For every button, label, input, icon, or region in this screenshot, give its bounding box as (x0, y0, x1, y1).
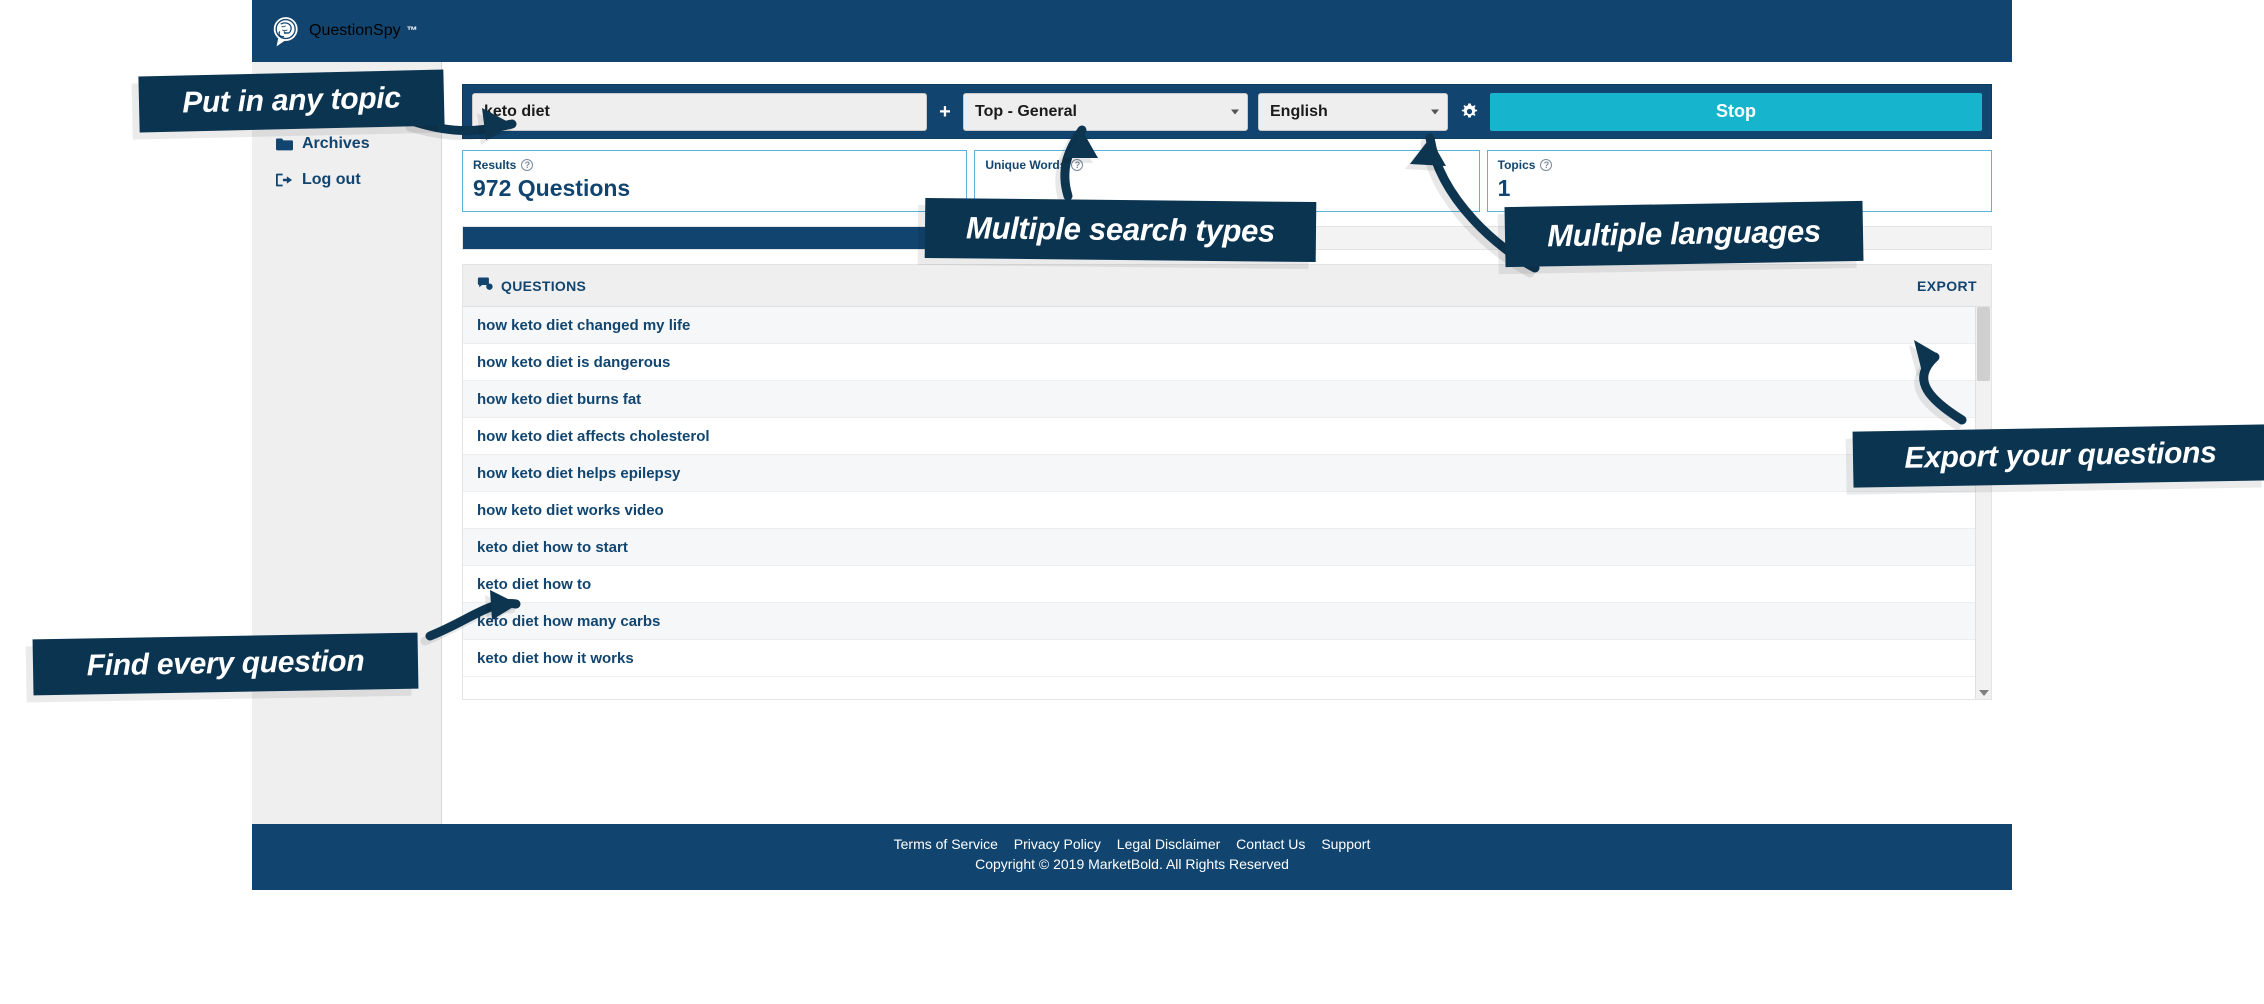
questions-title-wrap: QUESTIONS (477, 277, 586, 294)
question-row[interactable]: how keto diet works video (463, 492, 1975, 529)
question-row[interactable]: keto diet how to start (463, 529, 1975, 566)
questions-panel-header: QUESTIONS EXPORT (463, 265, 1991, 307)
add-topic-button[interactable]: + (927, 93, 963, 131)
search-type-select[interactable]: Top - General (963, 92, 1248, 131)
language-select-wrapper: English (1258, 92, 1448, 131)
stat-card-label: Topics (1497, 158, 1536, 172)
logout-icon (276, 172, 293, 188)
stat-card-label-wrap: Results ? (473, 158, 956, 172)
question-row[interactable]: keto diet how to (463, 566, 1975, 603)
footer-copyright: Copyright © 2019 MarketBold. All Rights … (975, 856, 1289, 872)
chevron-down-icon[interactable] (1978, 690, 1989, 696)
page-body: Topics Archives Log out (252, 62, 2012, 824)
stop-button[interactable]: Stop (1490, 92, 1982, 131)
stat-card-label-wrap: Topics ? (1498, 158, 1981, 172)
questions-list-wrapper: how keto diet changed my life how keto d… (463, 307, 1991, 699)
callout-multiple-languages: Multiple languages (1504, 200, 1864, 268)
question-row[interactable]: how keto diet changed my life (463, 307, 1975, 344)
sidebar-item-label: Archives (302, 135, 370, 152)
brand-name: QuestionSpy (309, 22, 401, 39)
footer-link-support[interactable]: Support (1321, 836, 1370, 852)
questions-panel: QUESTIONS EXPORT how keto diet changed m… (462, 264, 1992, 700)
stat-card-value: 1 (1497, 175, 1511, 201)
questionspy-logo-icon (273, 16, 298, 46)
sidebar: Topics Archives Log out (252, 62, 442, 824)
questions-list: how keto diet changed my life how keto d… (463, 307, 1975, 699)
search-type-select-wrapper: Top - General (963, 92, 1248, 131)
app-header: QuestionSpy ™ (252, 0, 2012, 62)
callout-export-your-questions: Export your questions (1852, 424, 2264, 488)
question-row[interactable]: how keto diet is dangerous (463, 344, 1975, 381)
question-row[interactable]: how keto diet helps epilepsy (463, 455, 1975, 492)
sidebar-item-archives[interactable]: Archives (252, 126, 441, 162)
footer-links: Terms of Service Privacy Policy Legal Di… (252, 836, 2012, 852)
sidebar-item-label: Log out (302, 171, 361, 188)
callout-find-every-question: Find every question (32, 632, 419, 696)
folder-icon (276, 136, 293, 152)
stat-card-results: Results ? 972 Questions (462, 150, 968, 212)
callout-put-in-any-topic: Put in any topic (138, 69, 445, 133)
main-content: + Top - General English (442, 62, 2012, 824)
comment-question-icon (477, 277, 493, 294)
language-select[interactable]: English (1258, 92, 1448, 131)
stat-card-label-wrap: Unique Words ? (985, 158, 1468, 172)
stat-card-label: Results (473, 158, 517, 172)
questions-panel-title: QUESTIONS (501, 277, 587, 294)
help-icon[interactable]: ? (521, 159, 534, 171)
sidebar-item-logout[interactable]: Log out (252, 162, 441, 198)
gear-icon[interactable] (1448, 93, 1490, 131)
callout-multiple-search-types: Multiple search types (924, 197, 1317, 263)
question-row[interactable]: how keto diet burns fat (463, 381, 1975, 418)
help-icon[interactable]: ? (1071, 159, 1084, 171)
footer-link-contact[interactable]: Contact Us (1236, 836, 1305, 852)
stat-card-label: Unique Words (985, 158, 1067, 172)
footer-link-terms[interactable]: Terms of Service (894, 836, 998, 852)
stat-card-value: 972 Questions (473, 175, 631, 201)
brand-trademark: ™ (406, 25, 418, 37)
app-window: QuestionSpy ™ Topics (252, 0, 2012, 890)
question-row[interactable]: keto diet how it works (463, 640, 1975, 677)
export-button[interactable]: EXPORT (1917, 278, 1977, 294)
topic-search-input[interactable] (472, 92, 927, 131)
help-icon[interactable]: ? (1540, 159, 1553, 171)
footer-link-legal[interactable]: Legal Disclaimer (1117, 836, 1220, 852)
brand-logo[interactable]: QuestionSpy ™ (270, 15, 418, 48)
questions-scrollbar[interactable] (1975, 307, 1991, 699)
scrollbar-thumb[interactable] (1977, 307, 1990, 381)
footer-link-privacy[interactable]: Privacy Policy (1014, 836, 1101, 852)
app-footer: Terms of Service Privacy Policy Legal Di… (252, 824, 2012, 890)
question-row[interactable]: keto diet how many carbs (463, 603, 1975, 640)
search-bar: + Top - General English (462, 84, 1992, 139)
question-row[interactable]: how keto diet affects cholesterol (463, 418, 1975, 455)
